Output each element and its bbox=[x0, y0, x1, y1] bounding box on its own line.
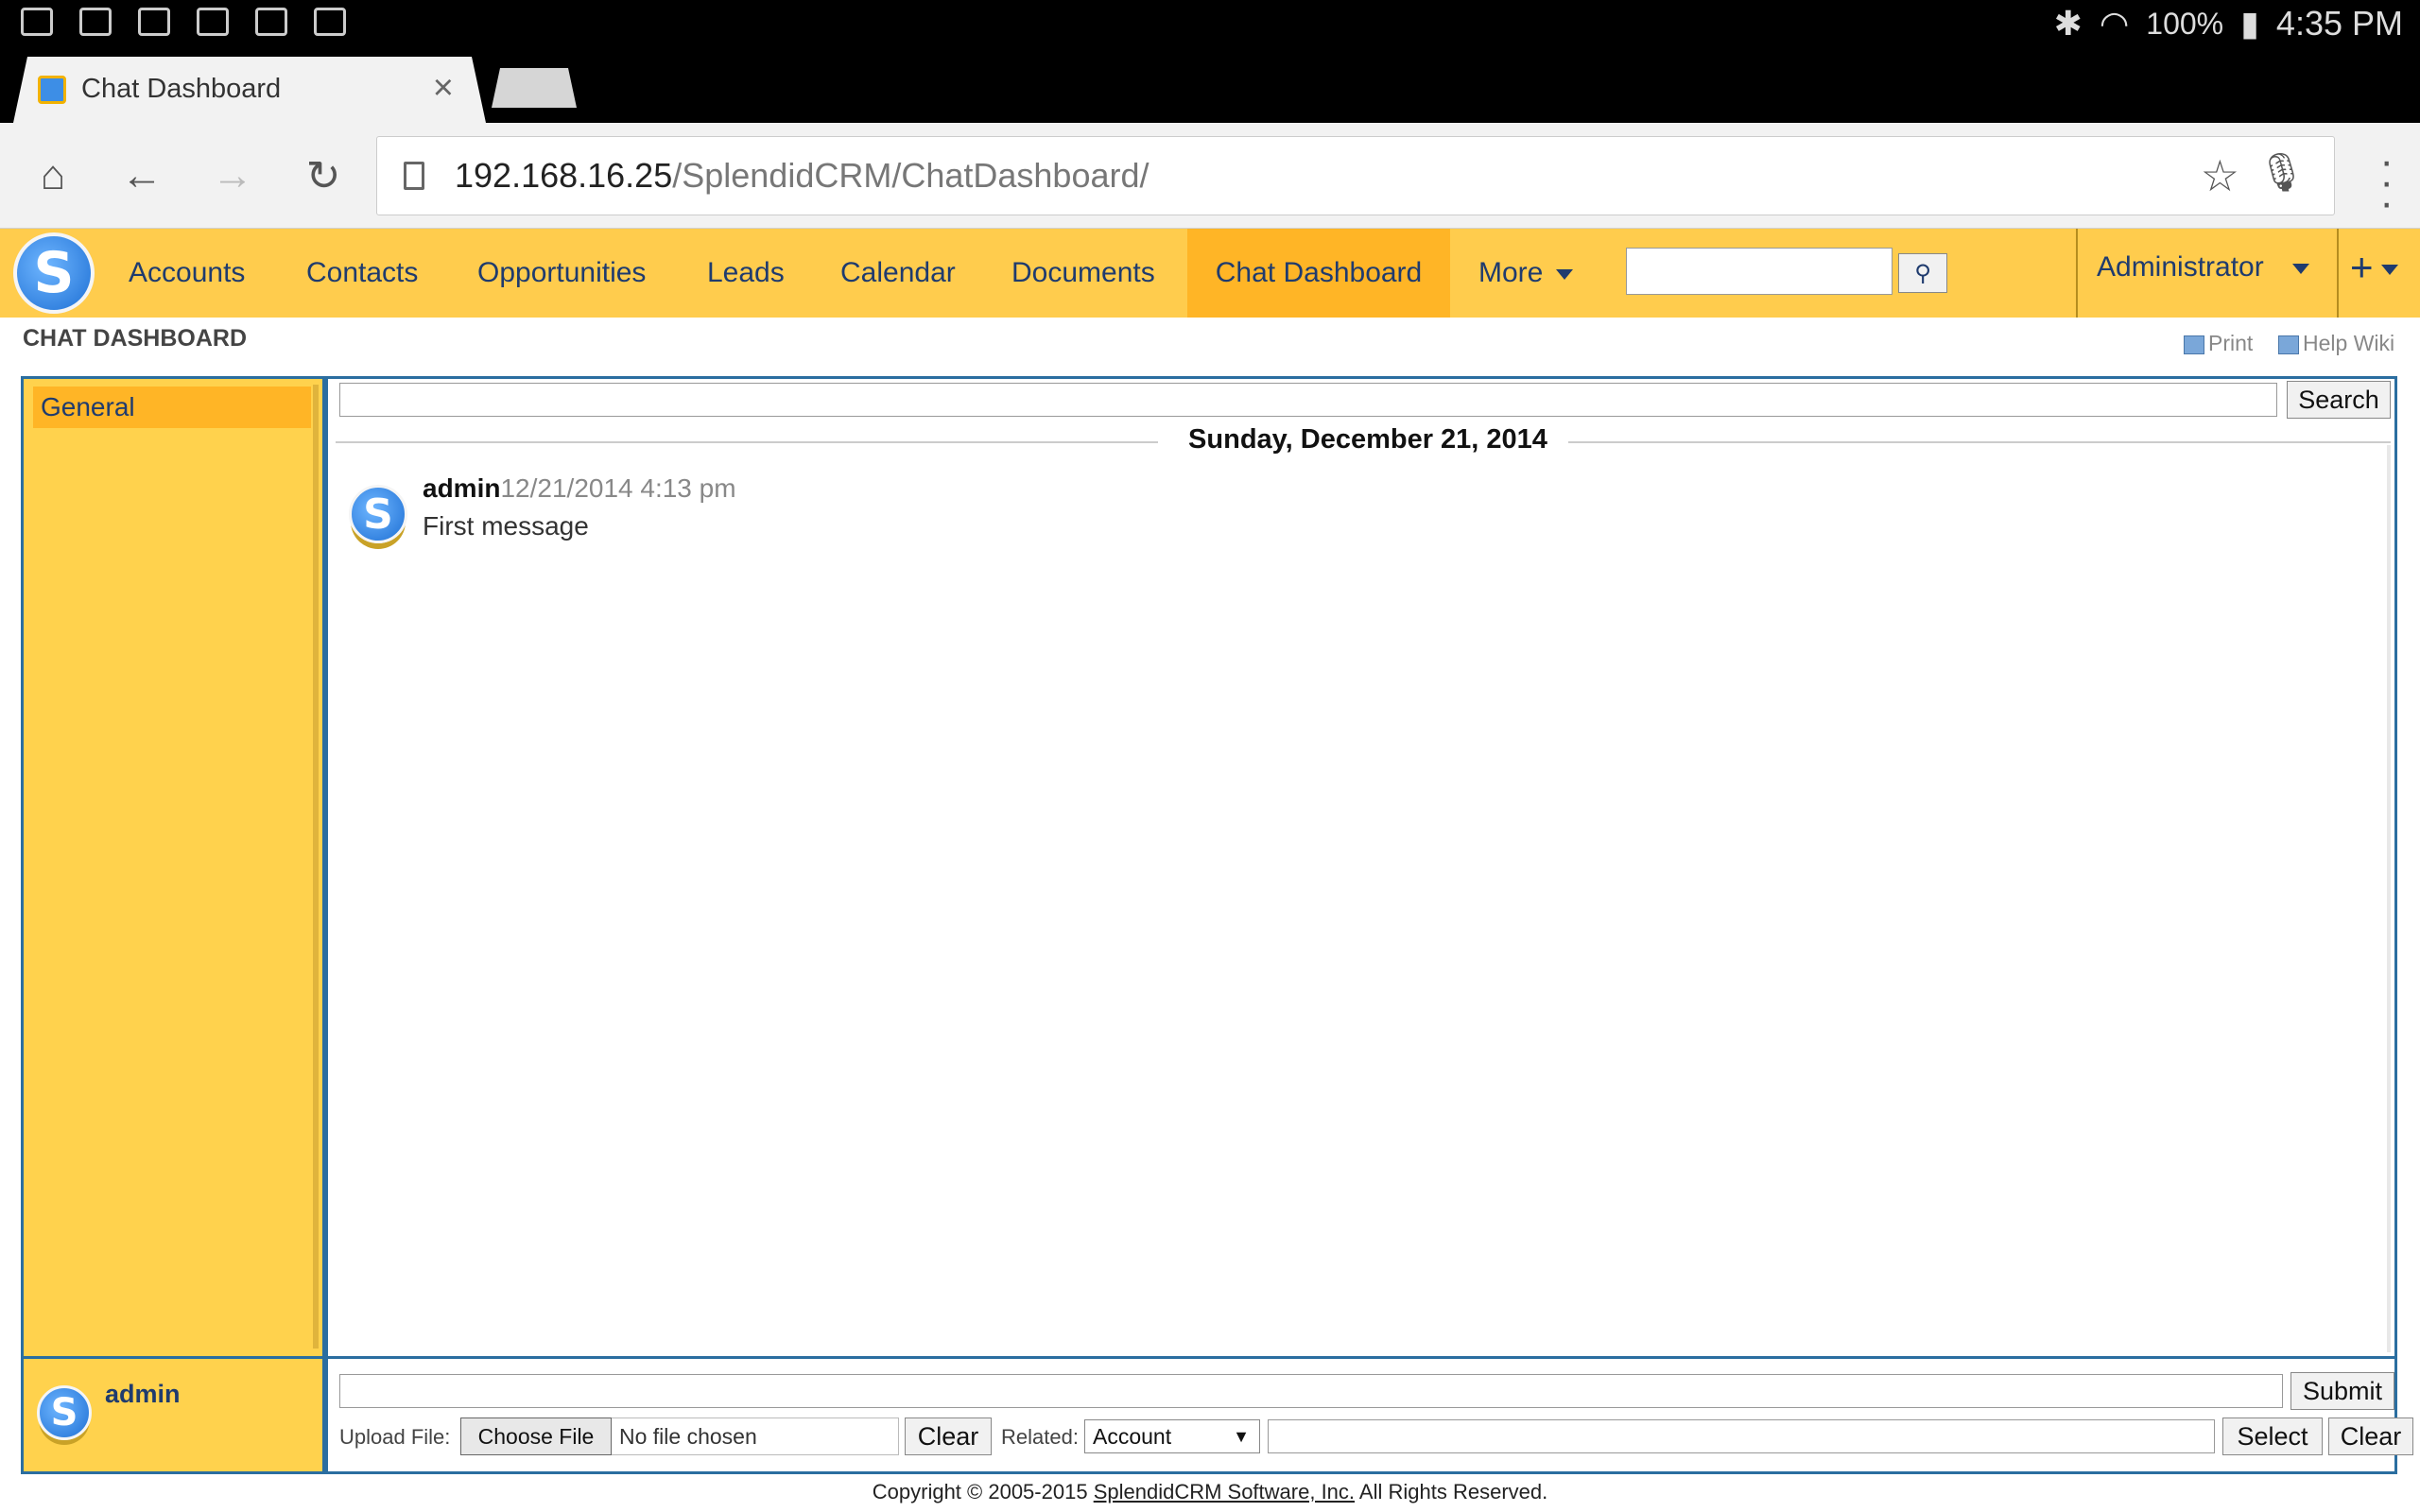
forward-icon[interactable]: → bbox=[204, 147, 261, 204]
url-path: /SplendidCRM/ChatDashboard/ bbox=[672, 156, 1150, 195]
message-user[interactable]: admin bbox=[423, 473, 500, 503]
avatar: S bbox=[349, 485, 407, 543]
select-related-button[interactable]: Select bbox=[2222, 1418, 2323, 1455]
global-search-input[interactable] bbox=[1626, 248, 1893, 295]
nav-documents[interactable]: Documents bbox=[1011, 229, 1155, 318]
clock: 4:35 PM bbox=[2275, 4, 2403, 43]
dropdown-arrow-icon: ▼ bbox=[1233, 1427, 1250, 1446]
related-type-value: Account bbox=[1093, 1424, 1172, 1449]
nav-contacts[interactable]: Contacts bbox=[306, 229, 418, 318]
related-type-select[interactable]: Account ▼ bbox=[1084, 1419, 1260, 1453]
submit-button[interactable]: Submit bbox=[2290, 1372, 2394, 1410]
tab-chat-dashboard[interactable]: Chat Dashboard × bbox=[13, 57, 486, 123]
nav-divider bbox=[2076, 229, 2078, 318]
bookmark-star-icon[interactable]: ☆ bbox=[2201, 150, 2239, 201]
url-text: 192.168.16.25/SplendidCRM/ChatDashboard/ bbox=[455, 156, 1150, 196]
microphone-icon[interactable]: 🎙 bbox=[2257, 150, 2306, 195]
chat-search-button[interactable]: Search bbox=[2287, 381, 2391, 419]
help-wiki-link[interactable]: Help Wiki bbox=[2278, 331, 2394, 356]
address-bar[interactable]: 192.168.16.25/SplendidCRM/ChatDashboard/… bbox=[376, 136, 2335, 215]
tab-title: Chat Dashboard bbox=[81, 74, 282, 104]
related-record-input[interactable] bbox=[1268, 1419, 2215, 1453]
battery-percent: 100% bbox=[2146, 6, 2224, 41]
footer-rights: All Rights Reserved. bbox=[1355, 1480, 1548, 1503]
nav-calendar[interactable]: Calendar bbox=[840, 229, 956, 318]
search-icon[interactable]: ⚲ bbox=[1898, 253, 1947, 293]
chat-search-input[interactable] bbox=[339, 383, 2277, 417]
user-menu[interactable]: Administrator bbox=[2097, 229, 2309, 306]
tab-strip: Chat Dashboard × bbox=[0, 47, 2420, 123]
message-text: First message bbox=[423, 511, 589, 541]
current-user-name: admin bbox=[105, 1380, 181, 1408]
close-tab-icon[interactable]: × bbox=[433, 68, 454, 109]
avatar: S bbox=[37, 1385, 92, 1440]
chat-messages-panel: Search Sunday, December 21, 2014 S admin… bbox=[325, 376, 2397, 1359]
nav-divider bbox=[2337, 229, 2339, 318]
nav-more-label: More bbox=[1478, 257, 1544, 288]
upload-file-label: Upload File: bbox=[339, 1425, 451, 1449]
user-menu-label: Administrator bbox=[2097, 251, 2264, 283]
print-link[interactable]: Print bbox=[2184, 331, 2253, 356]
clear-file-button[interactable]: Clear bbox=[905, 1418, 992, 1455]
footer-copyright: Copyright © 2005-2015 bbox=[872, 1480, 1094, 1503]
date-divider: Sunday, December 21, 2014 bbox=[1188, 424, 1547, 455]
bluetooth-icon: ✱ bbox=[2053, 4, 2083, 43]
nav-chat-dashboard[interactable]: Chat Dashboard bbox=[1187, 229, 1450, 318]
chat-scrollbar[interactable] bbox=[2387, 445, 2391, 1352]
printer-icon bbox=[2184, 335, 2204, 354]
sidebar-scrollbar[interactable] bbox=[313, 385, 319, 1349]
footer: Copyright © 2005-2015 SplendidCRM Softwa… bbox=[0, 1480, 2420, 1504]
message-input[interactable] bbox=[339, 1374, 2283, 1408]
site-favicon-icon bbox=[38, 76, 66, 104]
clear-related-button[interactable]: Clear bbox=[2328, 1418, 2413, 1455]
quick-create-menu[interactable]: + bbox=[2350, 229, 2398, 306]
channel-sidebar: General bbox=[21, 376, 325, 1359]
page-info-icon[interactable] bbox=[404, 162, 424, 190]
plus-icon: + bbox=[2350, 245, 2374, 289]
url-host: 192.168.16.25 bbox=[455, 156, 673, 195]
font-icon bbox=[255, 8, 287, 36]
choose-file-button[interactable]: Choose File bbox=[460, 1418, 612, 1455]
message-header: admin12/21/2014 4:13 pm bbox=[423, 473, 736, 504]
sim-icon bbox=[197, 8, 229, 36]
android-status-bar: ✱ ◠ 100% ▮ 4:35 PM bbox=[0, 0, 2420, 47]
nav-more[interactable]: More bbox=[1478, 229, 1574, 318]
nav-opportunities[interactable]: Opportunities bbox=[477, 229, 646, 318]
chevron-down-icon bbox=[2291, 263, 2309, 274]
browser-menu-icon[interactable]: · · · bbox=[2379, 141, 2394, 224]
back-icon[interactable]: ← bbox=[113, 147, 170, 204]
help-label: Help Wiki bbox=[2303, 331, 2395, 355]
message-composer: Submit Upload File: Choose File No file … bbox=[325, 1359, 2413, 1474]
clipboard-icon bbox=[314, 8, 346, 36]
related-label: Related: bbox=[1001, 1425, 1079, 1449]
crm-nav-bar: S Accounts Contacts Opportunities Leads … bbox=[0, 229, 2420, 318]
message-timestamp: 12/21/2014 4:13 pm bbox=[500, 473, 736, 503]
print-label: Print bbox=[2208, 331, 2254, 355]
help-icon bbox=[2278, 335, 2299, 354]
footer-company-link[interactable]: SplendidCRM Software, Inc. bbox=[1094, 1480, 1355, 1503]
keyboard-icon bbox=[138, 8, 170, 36]
usb-icon bbox=[79, 8, 112, 36]
cast-icon bbox=[21, 8, 53, 36]
wifi-icon: ◠ bbox=[2099, 4, 2130, 43]
splendidcrm-logo[interactable]: S bbox=[13, 232, 95, 314]
notification-icons bbox=[21, 8, 346, 36]
nav-leads[interactable]: Leads bbox=[707, 229, 785, 318]
page-title: CHAT DASHBOARD bbox=[23, 325, 248, 352]
current-user-box: S admin bbox=[21, 1359, 325, 1474]
reload-icon[interactable]: ↻ bbox=[295, 147, 352, 204]
new-tab-button[interactable] bbox=[492, 68, 577, 108]
home-icon[interactable]: ⌂ bbox=[25, 147, 81, 204]
browser-toolbar: ⌂ ← → ↻ 192.168.16.25/SplendidCRM/ChatDa… bbox=[0, 123, 2420, 229]
file-status-text: No file chosen bbox=[612, 1418, 899, 1455]
chevron-down-icon bbox=[1556, 268, 1574, 280]
battery-icon: ▮ bbox=[2240, 4, 2259, 43]
date-divider-line bbox=[1568, 441, 2391, 443]
date-divider-line bbox=[336, 441, 1158, 443]
channel-item-general[interactable]: General bbox=[33, 387, 311, 428]
chevron-down-icon bbox=[2380, 265, 2398, 276]
nav-accounts[interactable]: Accounts bbox=[129, 229, 245, 318]
